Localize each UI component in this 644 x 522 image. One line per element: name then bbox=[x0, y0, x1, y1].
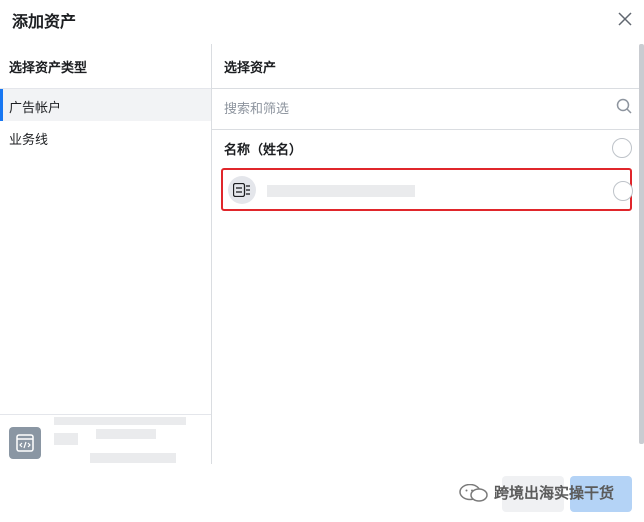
search-icon[interactable] bbox=[616, 98, 632, 118]
blurred-text bbox=[90, 453, 176, 463]
select-all-radio[interactable] bbox=[612, 138, 632, 158]
search-input[interactable] bbox=[212, 90, 644, 128]
divider bbox=[212, 129, 644, 130]
asset-type-label: 广告帐户 bbox=[9, 101, 62, 116]
divider bbox=[212, 88, 644, 89]
watermark-text: 跨境出海实操干货 bbox=[494, 484, 615, 502]
asset-name-blurred bbox=[267, 185, 415, 197]
asset-select-title: 选择资产 bbox=[224, 61, 277, 76]
blurred-text bbox=[54, 417, 186, 425]
scrollbar[interactable] bbox=[639, 44, 644, 444]
name-column-header: 名称（姓名） bbox=[224, 143, 303, 158]
page-list-icon bbox=[228, 176, 256, 204]
dialog-footer: 跨境出海实操干货 bbox=[0, 464, 644, 522]
asset-select-panel: 选择资产 名称（姓名） bbox=[212, 44, 644, 464]
blurred-text bbox=[96, 429, 156, 439]
dialog-header: 添加资产 bbox=[0, 0, 644, 42]
wechat-icon bbox=[458, 483, 490, 506]
asset-radio[interactable] bbox=[613, 181, 633, 201]
dialog-title: 添加资产 bbox=[12, 12, 77, 31]
asset-type-panel: 选择资产类型 广告帐户 业务线 bbox=[0, 44, 212, 464]
app-info-section bbox=[0, 414, 211, 465]
asset-type-item-business-line[interactable]: 业务线 bbox=[0, 121, 211, 153]
asset-type-item-ad-account[interactable]: 广告帐户 bbox=[0, 89, 211, 121]
asset-type-label: 业务线 bbox=[9, 133, 49, 148]
blurred-text bbox=[54, 433, 78, 445]
asset-row[interactable] bbox=[221, 168, 633, 211]
close-icon[interactable] bbox=[616, 10, 634, 28]
code-window-icon bbox=[9, 427, 41, 459]
asset-type-title: 选择资产类型 bbox=[9, 61, 88, 76]
